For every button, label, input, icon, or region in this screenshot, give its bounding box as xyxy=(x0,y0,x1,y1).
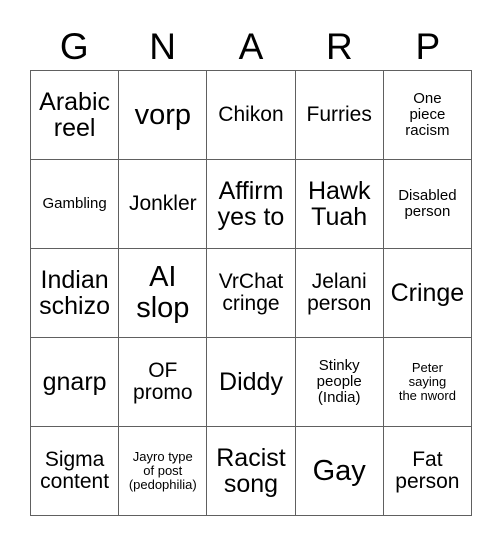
bingo-cell-label: Jonkler xyxy=(128,191,197,215)
bingo-cell-r5c1[interactable]: Sigma content xyxy=(31,427,120,516)
bingo-cell-label: Jayro type of post (pedophilia) xyxy=(128,449,197,492)
header-letter-5: P xyxy=(415,25,441,67)
bingo-cell-r2c1[interactable]: Gambling xyxy=(31,160,120,249)
header-letter-2: N xyxy=(149,25,176,67)
header-letter-3: A xyxy=(238,25,264,67)
bingo-cell-r3c5[interactable]: Cringe xyxy=(383,249,472,338)
bingo-cell-r1c4[interactable]: Furries xyxy=(295,71,384,160)
bingo-cell-r3c1[interactable]: Indian schizo xyxy=(31,249,120,338)
bingo-cell-r5c2[interactable]: Jayro type of post (pedophilia) xyxy=(119,427,208,516)
bingo-cell-label: One piece racism xyxy=(405,90,450,139)
bingo-cell-label: Stinky people (India) xyxy=(316,357,362,406)
bingo-cell-label: Affirm yes to xyxy=(217,176,285,231)
header-letter-4: R xyxy=(326,25,353,67)
bingo-cell-r2c4[interactable]: Hawk Tuah xyxy=(295,160,384,249)
bingo-cell-label: Chikon xyxy=(218,102,284,126)
bingo-cell-label: Jelani person xyxy=(307,269,372,315)
bingo-cell-r1c5[interactable]: One piece racism xyxy=(383,71,472,160)
bingo-cell-label: AI slop xyxy=(136,261,190,324)
bingo-cell-label: Racist song xyxy=(216,443,286,498)
bingo-cell-r5c4[interactable]: Gay xyxy=(295,427,384,516)
bingo-cell-label: VrChat cringe xyxy=(218,269,284,315)
header-letter-1: G xyxy=(59,25,89,67)
bingo-cell-label: Peter saying the nword xyxy=(398,360,456,403)
bingo-cell-r1c3[interactable]: Chikon xyxy=(207,71,296,160)
bingo-cell-r2c2[interactable]: Jonkler xyxy=(119,160,208,249)
bingo-cell-r4c2[interactable]: OF promo xyxy=(119,338,208,427)
bingo-cell-label: vorp xyxy=(134,98,191,131)
bingo-cell-r3c4[interactable]: Jelani person xyxy=(295,249,384,338)
bingo-cell-label: Hawk Tuah xyxy=(307,176,371,231)
bingo-cell-r3c2[interactable]: AI slop xyxy=(119,249,208,338)
bingo-cell-label: Disabled person xyxy=(398,187,457,220)
bingo-cell-r4c1[interactable]: gnarp xyxy=(31,338,120,427)
bingo-cell-r5c5[interactable]: Fat person xyxy=(383,427,472,516)
bingo-cell-label: Sigma content xyxy=(40,447,110,493)
bingo-cell-r1c1[interactable]: Arabic reel xyxy=(31,71,120,160)
bingo-cell-label: OF promo xyxy=(133,358,193,404)
bingo-cell-r5c3[interactable]: Racist song xyxy=(207,427,296,516)
bingo-cell-label: Arabic reel xyxy=(39,87,111,142)
bingo-card: G N A R P Arabic reel vorp Chikon Furrie… xyxy=(0,0,500,544)
bingo-cell-r2c3[interactable]: Affirm yes to xyxy=(207,160,296,249)
bingo-cell-r4c4[interactable]: Stinky people (India) xyxy=(295,338,384,427)
bingo-cell-label: Furries xyxy=(306,102,372,126)
bingo-cell-r3c3[interactable]: VrChat cringe xyxy=(207,249,296,338)
bingo-header-row: G N A R P xyxy=(30,22,472,70)
bingo-cell-label: Diddy xyxy=(219,367,283,396)
bingo-cell-label: Gambling xyxy=(42,195,107,213)
bingo-cell-r4c5[interactable]: Peter saying the nword xyxy=(383,338,472,427)
bingo-cell-r1c2[interactable]: vorp xyxy=(119,71,208,160)
bingo-cell-label: Gay xyxy=(312,454,366,487)
bingo-grid: Arabic reel vorp Chikon Furries One piec… xyxy=(30,70,472,516)
bingo-cell-label: Fat person xyxy=(395,447,460,493)
bingo-cell-r4c3[interactable]: Diddy xyxy=(207,338,296,427)
bingo-cell-label: gnarp xyxy=(42,367,107,396)
bingo-cell-r2c5[interactable]: Disabled person xyxy=(383,160,472,249)
bingo-cell-label: Indian schizo xyxy=(39,265,111,320)
bingo-cell-label: Cringe xyxy=(390,278,465,307)
